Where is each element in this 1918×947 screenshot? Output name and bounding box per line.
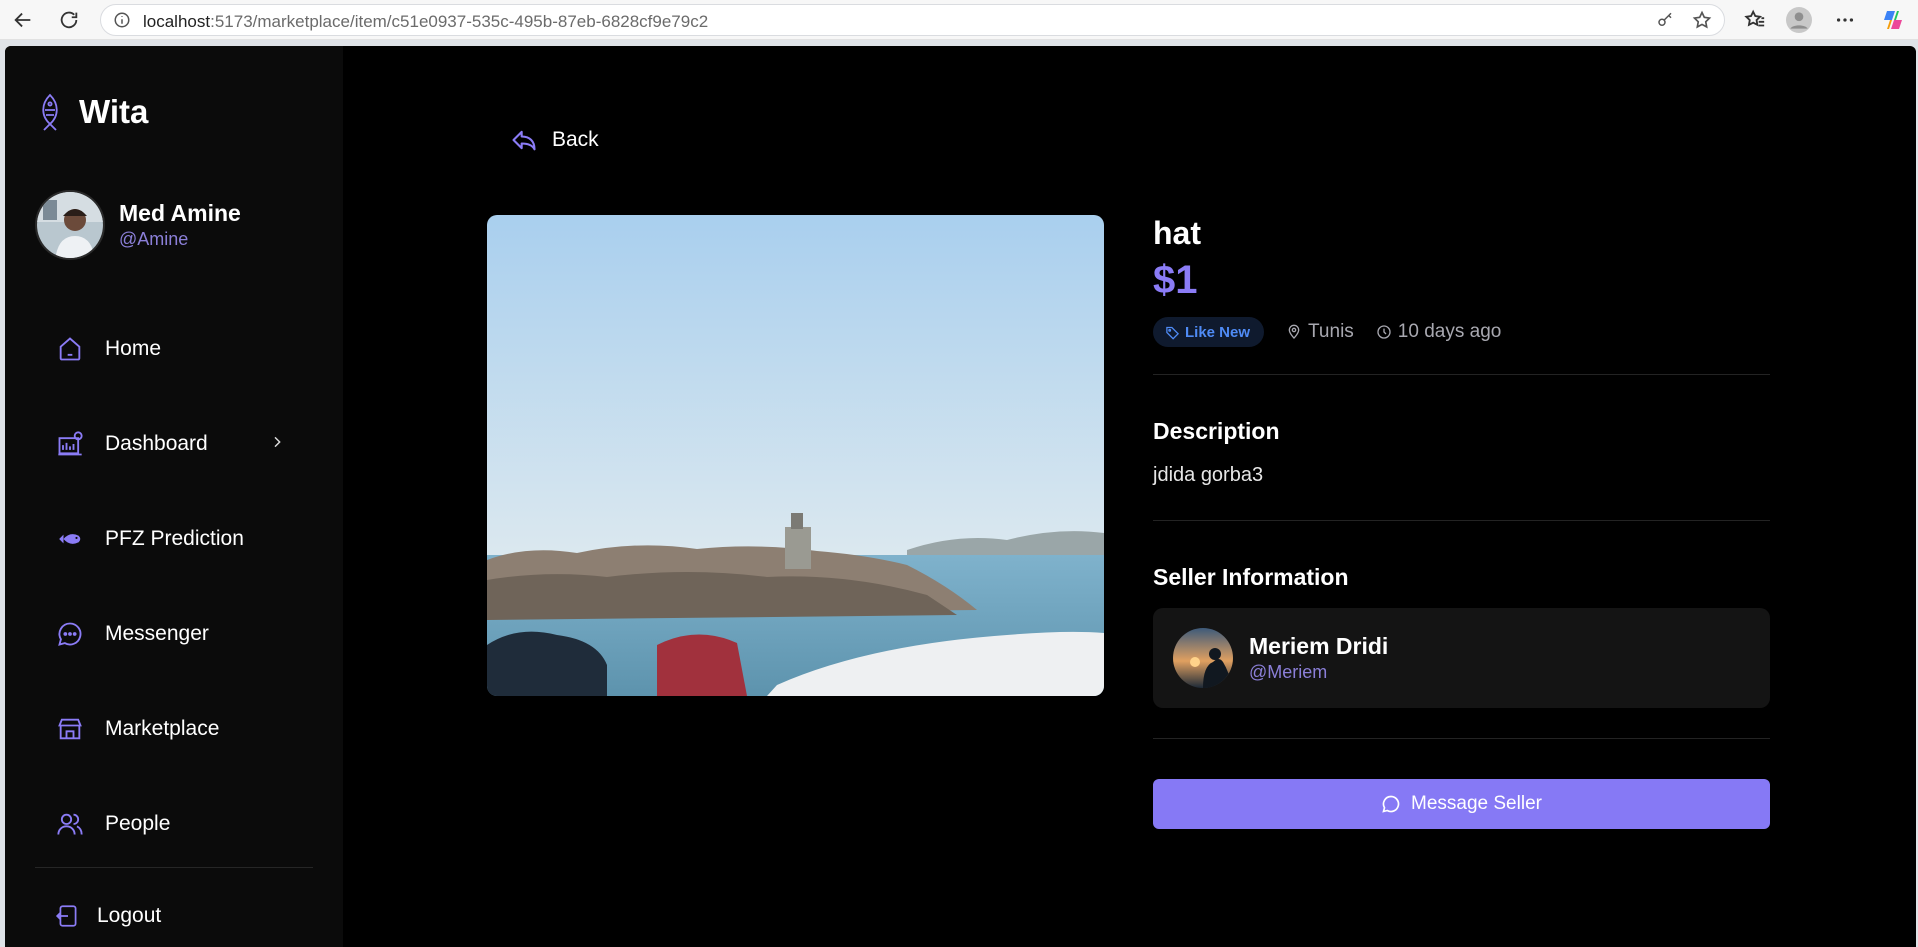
home-icon xyxy=(55,334,85,364)
sidebar-item-label: People xyxy=(105,812,171,835)
back-arrow-icon[interactable] xyxy=(10,7,36,33)
item-posted-time: 10 days ago xyxy=(1376,321,1502,343)
sidebar-item-messenger[interactable]: Messenger xyxy=(55,614,305,654)
more-options-icon[interactable] xyxy=(1832,7,1858,33)
seller-name: Meriem Dridi xyxy=(1249,633,1389,659)
sidebar-item-label: PFZ Prediction xyxy=(105,527,244,550)
message-seller-button[interactable]: Message Seller xyxy=(1153,779,1770,829)
sidebar-item-label: Messenger xyxy=(105,622,209,645)
chevron-right-icon[interactable] xyxy=(269,434,285,455)
sidebar-item-label: Home xyxy=(105,337,162,360)
browser-toolbar: localhost:5173/marketplace/item/c51e0937… xyxy=(0,0,1918,40)
seller-heading: Seller Information xyxy=(1153,564,1349,590)
sidebar-item-label: Marketplace xyxy=(105,717,220,740)
logout-button[interactable]: Logout xyxy=(53,896,303,936)
tag-icon xyxy=(1166,326,1180,340)
sidebar-item-label: Dashboard xyxy=(105,432,208,455)
reload-icon[interactable] xyxy=(56,7,82,33)
store-icon xyxy=(55,714,85,744)
user-profile[interactable]: Med Amine @Amine xyxy=(35,190,241,260)
fish-logo-icon xyxy=(42,93,58,131)
condition-badge: Like New xyxy=(1153,317,1265,347)
item-details: hat $1 Like New Tunis 10 days ago Descri… xyxy=(1153,213,1770,829)
back-arrow-icon xyxy=(512,130,536,151)
location-pin-icon xyxy=(1288,324,1300,339)
app-window: Wita Med Amine @Amine Home Dashboard PFZ… xyxy=(5,46,1916,947)
description-heading: Description xyxy=(1153,418,1280,444)
seller-card[interactable]: Meriem Dridi @Meriem xyxy=(1153,608,1770,708)
item-meta: Like New Tunis 10 days ago xyxy=(1153,317,1770,347)
description-text: jdida gorba3 xyxy=(1153,464,1264,486)
logout-label: Logout xyxy=(97,904,162,927)
address-bar[interactable]: localhost:5173/marketplace/item/c51e0937… xyxy=(100,4,1725,36)
message-seller-label: Message Seller xyxy=(1411,793,1542,814)
item-title: hat xyxy=(1153,215,1201,251)
favorites-icon[interactable] xyxy=(1742,7,1768,33)
posted-label: 10 days ago xyxy=(1397,321,1502,342)
chat-icon xyxy=(55,619,85,649)
brand[interactable]: Wita xyxy=(37,92,148,132)
sidebar-item-marketplace[interactable]: Marketplace xyxy=(55,709,305,749)
clock-icon xyxy=(1377,325,1391,339)
key-icon[interactable] xyxy=(1656,11,1674,34)
fish-icon xyxy=(55,524,85,554)
logout-icon xyxy=(53,901,83,931)
people-icon xyxy=(55,809,85,839)
sidebar-item-people[interactable]: People xyxy=(55,804,305,844)
divider xyxy=(1153,520,1770,521)
back-label: Back xyxy=(552,128,599,151)
sidebar: Wita Med Amine @Amine Home Dashboard PFZ… xyxy=(5,46,343,947)
divider xyxy=(1153,374,1770,375)
favorite-star-icon[interactable] xyxy=(1692,10,1712,35)
seller-avatar xyxy=(1173,628,1233,688)
brand-name: Wita xyxy=(79,93,149,130)
url-text: localhost:5173/marketplace/item/c51e0937… xyxy=(143,12,708,32)
dashboard-icon xyxy=(55,429,85,459)
site-info-icon[interactable] xyxy=(113,11,131,34)
divider xyxy=(1153,738,1770,739)
sidebar-item-dashboard[interactable]: Dashboard xyxy=(55,424,305,464)
item-location: Tunis xyxy=(1286,321,1354,343)
copilot-icon[interactable] xyxy=(1880,7,1906,33)
url-host: localhost xyxy=(143,12,211,31)
sidebar-item-home[interactable]: Home xyxy=(55,329,305,369)
seller-handle: @Meriem xyxy=(1249,662,1328,682)
profile-name: Med Amine xyxy=(119,200,241,226)
sidebar-item-pfz-prediction[interactable]: PFZ Prediction xyxy=(55,519,305,559)
location-label: Tunis xyxy=(1308,321,1354,342)
url-path: :5173/marketplace/item/c51e0937-535c-495… xyxy=(210,12,709,31)
sidebar-divider xyxy=(35,867,313,868)
chat-bubble-icon xyxy=(1382,795,1400,813)
condition-label: Like New xyxy=(1185,323,1251,341)
item-photo xyxy=(487,215,1104,696)
profile-avatar-icon[interactable] xyxy=(1786,7,1812,33)
back-button[interactable]: Back xyxy=(510,126,599,154)
item-price: $1 xyxy=(1153,258,1198,302)
avatar xyxy=(35,190,105,260)
profile-handle: @Amine xyxy=(119,229,189,249)
